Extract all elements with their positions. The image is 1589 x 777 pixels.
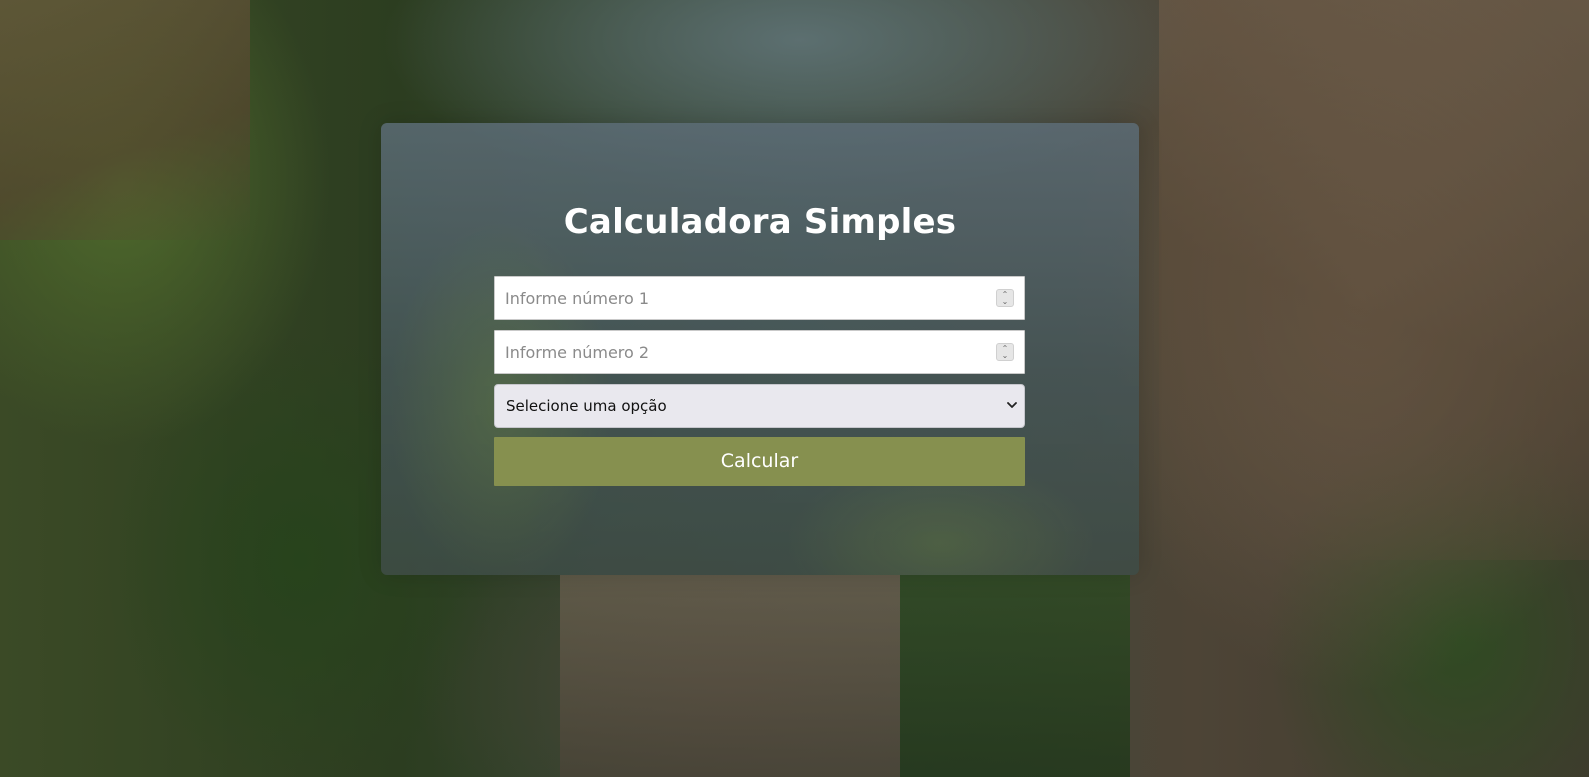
spinner-down-icon[interactable]: ⌄: [1001, 352, 1009, 360]
background-valley: [900, 575, 1130, 777]
chevron-down-icon: [1007, 402, 1017, 408]
spinner-down-icon[interactable]: ⌄: [1001, 298, 1009, 306]
number1-spinner[interactable]: ⌃ ⌄: [996, 289, 1014, 307]
background-cliff-right: [1159, 0, 1589, 560]
number2-input[interactable]: [495, 331, 975, 373]
background-cliff-center: [560, 575, 900, 777]
number1-field[interactable]: ⌃ ⌄: [494, 276, 1025, 320]
operation-select-value: Selecione uma opção: [506, 397, 667, 415]
number2-spinner[interactable]: ⌃ ⌄: [996, 343, 1014, 361]
number2-field[interactable]: ⌃ ⌄: [494, 330, 1025, 374]
calculate-button[interactable]: Calcular: [494, 437, 1025, 486]
operation-select[interactable]: Selecione uma opção: [494, 384, 1025, 428]
page-title: Calculadora Simples: [563, 202, 957, 242]
number1-input[interactable]: [495, 277, 975, 319]
